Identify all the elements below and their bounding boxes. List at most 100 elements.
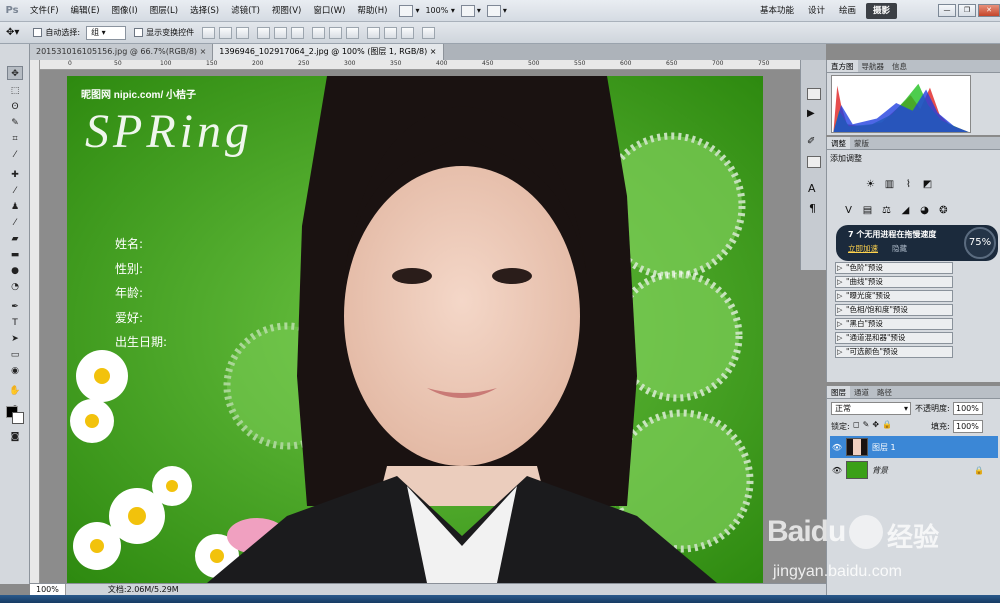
tab-info[interactable]: 信息 — [888, 60, 911, 72]
transform-controls-checkbox[interactable] — [134, 28, 144, 37]
history-brush-tool-icon[interactable]: ⁄ — [7, 216, 23, 230]
gradient-tool-icon[interactable]: ▬ — [7, 248, 23, 262]
background-color-swatch[interactable] — [12, 412, 24, 424]
menu-layer[interactable]: 图层(L) — [144, 0, 184, 22]
preset-exposure[interactable]: "曝光度"预设 — [835, 290, 953, 302]
arrange-icon[interactable]: ▾ — [460, 4, 481, 17]
visibility-eye-icon[interactable]: 👁 — [830, 466, 844, 475]
preset-hue-saturation[interactable]: "色相/饱和度"预设 — [835, 304, 953, 316]
crop-tool-icon[interactable]: ⌗ — [7, 132, 23, 146]
tab-histogram[interactable]: 直方图 — [827, 60, 858, 72]
path-select-tool-icon[interactable]: ➤ — [7, 332, 23, 346]
marquee-tool-icon[interactable]: ⬚ — [7, 84, 23, 98]
menu-select[interactable]: 选择(S) — [184, 0, 225, 22]
speed-up-link[interactable]: 立即加速 — [848, 243, 878, 254]
hue-saturation-icon[interactable]: ▤ — [860, 205, 875, 218]
black-white-icon[interactable]: ◢ — [898, 205, 913, 218]
restore-button[interactable]: ❐ — [958, 4, 976, 17]
distribute-vcenter-icon[interactable] — [329, 26, 343, 39]
align-hcenter-icon[interactable] — [274, 26, 288, 39]
pen-tool-icon[interactable]: ✒ — [7, 300, 23, 314]
levels-icon[interactable]: ▥ — [882, 179, 897, 192]
tab-layers[interactable]: 图层 — [827, 386, 850, 398]
workspace-design[interactable]: 设计 — [801, 0, 832, 22]
extras-icon[interactable]: ▾ — [486, 4, 507, 17]
preset-channel-mixer[interactable]: "通道混和器"预设 — [835, 332, 953, 344]
preset-black-white[interactable]: "黑白"预设 — [835, 318, 953, 330]
align-right-icon[interactable] — [291, 26, 305, 39]
hand-tool-icon[interactable]: ✋ — [7, 384, 23, 398]
tab-adjustments[interactable]: 调整 — [827, 137, 850, 149]
eraser-tool-icon[interactable]: ▰ — [7, 232, 23, 246]
move-tool-icon[interactable]: ✥ — [7, 66, 23, 80]
menu-edit[interactable]: 编辑(E) — [65, 0, 106, 22]
quick-mask-icon[interactable]: ◙ — [7, 430, 23, 444]
clone-stamp-tool-icon[interactable]: ♟ — [7, 200, 23, 214]
menu-file[interactable]: 文件(F) — [24, 0, 65, 22]
minimize-button[interactable]: — — [938, 4, 956, 17]
screen-mode-icon[interactable]: ▾ — [399, 4, 419, 17]
exposure-icon[interactable]: ◩ — [920, 179, 935, 192]
color-balance-icon[interactable]: ⚖ — [879, 205, 894, 218]
hide-link[interactable]: 隐藏 — [892, 243, 907, 254]
visibility-eye-icon[interactable]: 👁 — [830, 443, 844, 452]
brush-tool-icon[interactable]: ⁄ — [7, 184, 23, 198]
distribute-left-icon[interactable] — [367, 26, 381, 39]
workspace-painting[interactable]: 绘画 — [832, 0, 863, 22]
tab-close-icon[interactable]: × — [200, 47, 207, 56]
menu-filter[interactable]: 滤镜(T) — [225, 0, 266, 22]
tab-document-2[interactable]: 1396946_102917064_2.jpg @ 100% (图层 1, RG… — [213, 44, 444, 60]
actions-panel-icon[interactable]: ▶ — [807, 108, 821, 120]
blend-mode-select[interactable]: 正常 ▾ — [831, 402, 911, 415]
menu-help[interactable]: 帮助(H) — [351, 0, 393, 22]
tab-paths[interactable]: 路径 — [873, 386, 896, 398]
align-bottom-icon[interactable] — [236, 26, 250, 39]
lasso-tool-icon[interactable]: ʘ — [7, 100, 23, 114]
workspace-photography[interactable]: 摄影 — [865, 2, 897, 19]
status-doc-size[interactable]: 文档:2.06M/5.29M — [102, 584, 185, 595]
document-image[interactable]: 昵图网 nipic.com/ 小桔子 SPRing 姓名: 性别: 年龄: 爱好… — [67, 76, 763, 583]
layer-row-layer1[interactable]: 👁 图层 1 — [830, 436, 998, 458]
tab-navigator[interactable]: 导航器 — [858, 60, 889, 72]
status-zoom[interactable]: 100% — [30, 584, 66, 595]
move-tool-icon[interactable]: ✥▾ — [6, 27, 19, 38]
3d-rotate-tool-icon[interactable]: ◉ — [7, 364, 23, 378]
align-left-icon[interactable] — [257, 26, 271, 39]
zoom-select[interactable]: 100% ▾ — [425, 6, 454, 15]
history-panel-icon[interactable] — [807, 88, 821, 100]
tab-document-1[interactable]: 201531016105156.jpg @ 66.7%(RGB/8) × — [30, 44, 214, 60]
vibrance-icon[interactable]: V — [841, 205, 856, 218]
menu-image[interactable]: 图像(I) — [106, 0, 144, 22]
curves-icon[interactable]: ⌇ — [901, 179, 916, 192]
distribute-right-icon[interactable] — [401, 26, 415, 39]
canvas-area[interactable]: 昵图网 nipic.com/ 小桔子 SPRing 姓名: 性别: 年龄: 爱好… — [40, 70, 826, 583]
fill-input[interactable]: 100% — [953, 420, 983, 433]
channel-mixer-icon[interactable]: ❂ — [936, 205, 951, 218]
photo-filter-icon[interactable]: ◕ — [917, 205, 932, 218]
eyedropper-tool-icon[interactable]: ⁄ — [7, 148, 23, 162]
tool-presets-icon[interactable]: ✐ — [807, 136, 821, 148]
blur-tool-icon[interactable]: ● — [7, 264, 23, 278]
lock-icons[interactable]: ◻✎✥🔒 — [853, 420, 895, 429]
preset-levels[interactable]: "色阶"预设 — [835, 262, 953, 274]
paragraph-panel-icon[interactable]: ¶ — [809, 202, 816, 215]
quick-select-tool-icon[interactable]: ✎ — [7, 116, 23, 130]
menu-window[interactable]: 窗口(W) — [307, 0, 351, 22]
distribute-bottom-icon[interactable] — [346, 26, 360, 39]
distribute-hcenter-icon[interactable] — [384, 26, 398, 39]
preset-curves[interactable]: "曲线"预设 — [835, 276, 953, 288]
tab-close-icon[interactable]: × — [430, 47, 437, 56]
auto-align-icon[interactable] — [422, 26, 436, 39]
brightness-icon[interactable]: ☀ — [863, 179, 878, 192]
brushes-panel-icon[interactable] — [807, 156, 821, 168]
align-vcenter-icon[interactable] — [219, 26, 233, 39]
tab-masks[interactable]: 蒙版 — [850, 137, 873, 149]
workspace-essentials[interactable]: 基本功能 — [753, 0, 801, 22]
layer-row-background[interactable]: 👁 背景 🔒 — [830, 459, 998, 481]
distribute-top-icon[interactable] — [312, 26, 326, 39]
auto-select-dropdown[interactable]: 组 ▾ — [86, 25, 127, 40]
shape-tool-icon[interactable]: ▭ — [7, 348, 23, 362]
character-panel-icon[interactable]: A — [808, 182, 816, 195]
tab-channels[interactable]: 通道 — [850, 386, 873, 398]
align-top-icon[interactable] — [202, 26, 216, 39]
